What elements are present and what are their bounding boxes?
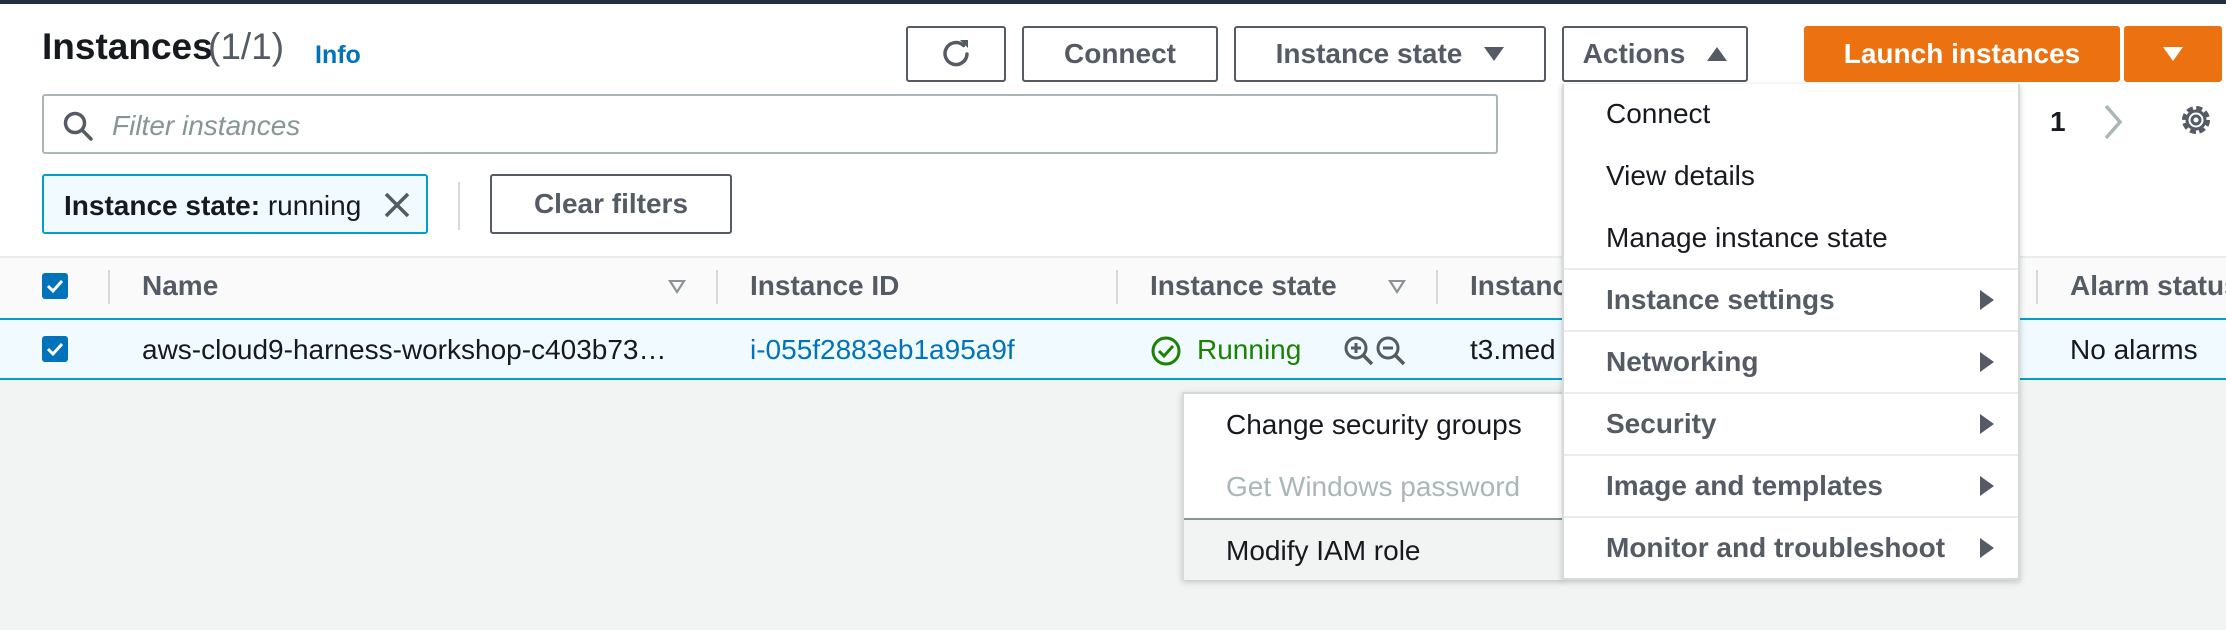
chevron-right-icon bbox=[1980, 352, 1994, 372]
menu-item-image-and-templates[interactable]: Image and templates bbox=[1564, 454, 2018, 514]
search-placeholder: Filter instances bbox=[112, 110, 301, 141]
page-title: Instances bbox=[42, 26, 213, 67]
launch-instances-button[interactable]: Launch instances bbox=[1804, 26, 2120, 82]
column-header-instance-state[interactable]: Instance state bbox=[1150, 270, 1337, 302]
menu-item-connect[interactable]: Connect bbox=[1564, 84, 2018, 144]
connect-button[interactable]: Connect bbox=[1022, 26, 1218, 82]
chevron-right-icon bbox=[1980, 476, 1994, 496]
instance-name[interactable]: aws-cloud9-harness-workshop-c403b73… bbox=[142, 334, 666, 366]
menu-item-security[interactable]: Security bbox=[1564, 392, 2018, 452]
divider bbox=[458, 182, 460, 230]
info-link[interactable]: Info bbox=[315, 41, 361, 70]
actions-button[interactable]: Actions bbox=[1562, 26, 1748, 82]
page-number[interactable]: 1 bbox=[2050, 106, 2066, 138]
sort-icon[interactable] bbox=[1388, 280, 1406, 294]
refresh-button[interactable] bbox=[906, 26, 1006, 82]
menu-item-get-windows-password: Get Windows password bbox=[1226, 471, 1521, 502]
column-divider bbox=[1436, 270, 1438, 304]
gear-icon[interactable] bbox=[2176, 100, 2216, 140]
column-divider bbox=[1116, 270, 1118, 304]
column-header-alarm-status[interactable]: Alarm status bbox=[2070, 270, 2226, 302]
column-divider bbox=[108, 270, 110, 304]
instance-id-link[interactable]: i-055f2883eb1a95a9f bbox=[750, 334, 1015, 366]
column-header-instance-id[interactable]: Instance ID bbox=[750, 270, 899, 302]
select-all-checkbox[interactable] bbox=[42, 273, 68, 299]
column-divider bbox=[716, 270, 718, 304]
check-icon bbox=[46, 279, 64, 294]
close-icon[interactable] bbox=[380, 188, 414, 222]
actions-button-label: Actions bbox=[1582, 38, 1686, 69]
instance-state-button[interactable]: Instance state bbox=[1234, 26, 1546, 82]
check-icon bbox=[46, 342, 64, 357]
instance-state-value: Running bbox=[1197, 334, 1302, 365]
filter-chip-key: Instance state: bbox=[64, 190, 261, 221]
menu-item-manage-instance-state[interactable]: Manage instance state bbox=[1564, 208, 2018, 268]
clear-filters-button[interactable]: Clear filters bbox=[490, 174, 732, 234]
caret-up-icon bbox=[1707, 47, 1728, 61]
filter-chip-value: running bbox=[267, 190, 362, 221]
menu-item-view-details[interactable]: View details bbox=[1564, 146, 2018, 206]
chevron-right-icon bbox=[1980, 538, 1994, 558]
column-header-name[interactable]: Name bbox=[142, 270, 218, 302]
search-input[interactable]: Filter instances bbox=[42, 94, 1498, 154]
search-icon bbox=[63, 111, 93, 141]
row-checkbox[interactable] bbox=[42, 336, 68, 362]
instance-state-button-label: Instance state bbox=[1275, 38, 1463, 69]
caret-down-icon bbox=[1484, 47, 1505, 61]
connect-button-label: Connect bbox=[1064, 38, 1176, 69]
alarm-status-value: No alarms bbox=[2070, 334, 2198, 365]
launch-instances-label: Launch instances bbox=[1843, 38, 2081, 69]
actions-menu: Connect View details Manage instance sta… bbox=[1562, 84, 2020, 580]
column-header-instance-type[interactable]: Instanc bbox=[1470, 270, 1568, 302]
column-divider bbox=[2036, 270, 2038, 304]
instance-count: (1/1) bbox=[208, 26, 285, 67]
zoom-in-icon[interactable] bbox=[1342, 334, 1376, 368]
menu-item-networking[interactable]: Networking bbox=[1564, 330, 2018, 390]
menu-item-instance-settings[interactable]: Instance settings bbox=[1564, 268, 2018, 328]
refresh-icon bbox=[943, 40, 969, 67]
sort-icon[interactable] bbox=[668, 280, 686, 294]
menu-item-modify-iam-role[interactable]: Modify IAM role bbox=[1184, 518, 1562, 580]
security-submenu: Change security groups Get Windows passw… bbox=[1182, 392, 1564, 580]
menu-item-change-security-groups[interactable]: Change security groups bbox=[1184, 394, 1562, 456]
menu-item-monitor-and-troubleshoot[interactable]: Monitor and troubleshoot bbox=[1564, 516, 2018, 576]
caret-down-icon bbox=[2163, 47, 2183, 61]
instance-type-value: t3.med bbox=[1470, 334, 1556, 365]
chevron-right-icon bbox=[1980, 290, 1994, 310]
zoom-out-icon[interactable] bbox=[1374, 334, 1408, 368]
clear-filters-label: Clear filters bbox=[533, 188, 689, 219]
chevron-right-icon bbox=[1980, 414, 1994, 434]
launch-options-button[interactable] bbox=[2124, 26, 2222, 82]
filter-chip: Instance state: running bbox=[42, 174, 428, 234]
next-page-icon[interactable] bbox=[2100, 100, 2128, 144]
success-icon bbox=[1151, 336, 1181, 366]
